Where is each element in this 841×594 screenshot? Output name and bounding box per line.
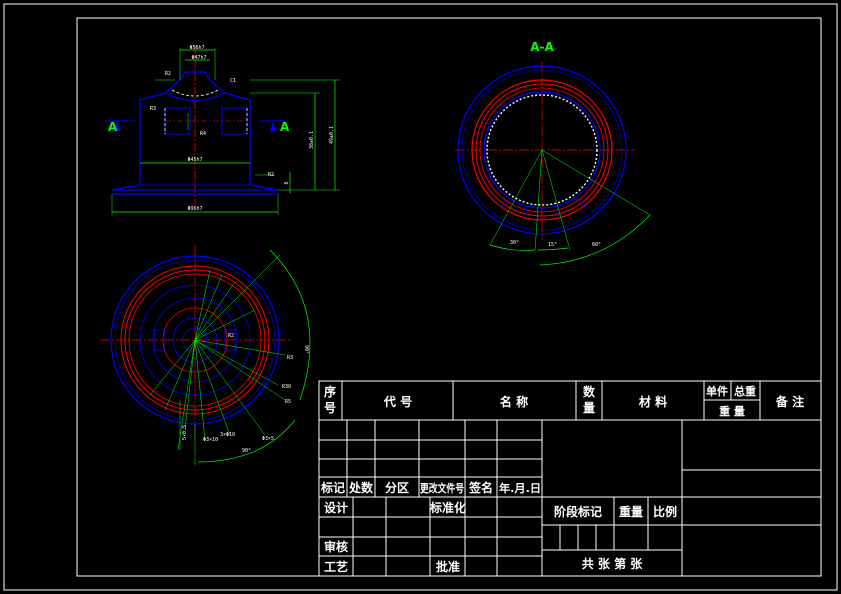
tb-weight: 重 量 — [719, 404, 745, 418]
plan-angle: 90° — [303, 345, 309, 354]
title-block — [318, 380, 822, 577]
tb-unit-weight: 单件 — [706, 384, 728, 398]
tb-weight2: 重量 — [619, 504, 643, 519]
dim-height-total: 49±0.1 — [329, 126, 335, 144]
tb-scale: 比例 — [653, 504, 677, 519]
cut-mark-right: A — [280, 120, 290, 134]
angle-left: 30° — [510, 240, 519, 246]
dim-top-outer: Φ56h7 — [189, 45, 204, 51]
tb-seq: 序号 — [324, 384, 336, 415]
tb-process: 工艺 — [324, 559, 348, 574]
tb-review: 审核 — [324, 539, 348, 554]
tb-standard: 标准化 — [429, 500, 466, 515]
dim-left-3: R4 — [200, 131, 206, 137]
plan-left-note: 5×0.5 — [182, 425, 188, 440]
tb-rev-date: 年.月.日 — [499, 481, 541, 495]
angle-right: 60° — [592, 242, 601, 248]
tb-total-weight: 总重 — [734, 384, 756, 398]
tb-stage: 阶段标记 — [554, 504, 602, 519]
dim-height-body: 38±0.1 — [309, 131, 315, 149]
dim-left-2: R3 — [150, 106, 156, 112]
plan-note-2: Φ3×10 — [203, 437, 218, 443]
tb-rev-doc: 更改文件号 — [420, 481, 464, 495]
dim-base-right: R2 — [268, 172, 274, 178]
tb-design: 设计 — [324, 500, 348, 515]
front-view — [105, 45, 340, 215]
plan-bottom-angle: 90° — [242, 448, 251, 454]
plan-r3: R5 — [285, 399, 291, 405]
tb-rev-zone: 分区 — [385, 480, 409, 495]
tb-rev-count: 处数 — [348, 480, 374, 495]
dim-base-width: Φ96h7 — [187, 206, 202, 212]
plan-note-4: Φ3×5 — [262, 436, 274, 442]
plan-view — [100, 245, 311, 465]
dim-inner-width: Φ45h7 — [187, 157, 202, 163]
tb-sheets: 共 张 第 张 — [582, 556, 644, 571]
dim-top-inner: Φ47h7 — [191, 55, 206, 61]
plan-center-note: R2 — [228, 333, 234, 339]
tb-approve: 批准 — [436, 559, 460, 574]
cut-mark-left: A — [108, 120, 118, 134]
plan-r1: R3 — [287, 355, 293, 361]
cad-drawing: A A Φ56h7 Φ47h7 R2 R3 R4 C1 49±0.1 38±0.… — [3, 3, 838, 591]
tb-rev-mark: 标记 — [320, 480, 345, 495]
dim-right-1: C1 — [230, 78, 236, 84]
section-view — [455, 62, 651, 266]
dim-left-1: R2 — [165, 71, 171, 77]
tb-rev-sign: 签名 — [468, 480, 493, 495]
tb-code: 代 号 — [383, 394, 412, 409]
tb-name: 名 称 — [500, 394, 528, 409]
section-label: A-A — [530, 40, 554, 54]
tb-material: 材 料 — [638, 394, 667, 409]
tb-remark: 备 注 — [775, 394, 804, 409]
plan-r2: R30 — [282, 384, 291, 390]
angle-mid: 15° — [548, 242, 557, 248]
plan-note-3: 3×Φ10 — [220, 432, 235, 438]
outer-border — [3, 3, 838, 591]
dim-base-height: 6 — [284, 181, 290, 184]
tb-qty: 数量 — [583, 384, 596, 415]
